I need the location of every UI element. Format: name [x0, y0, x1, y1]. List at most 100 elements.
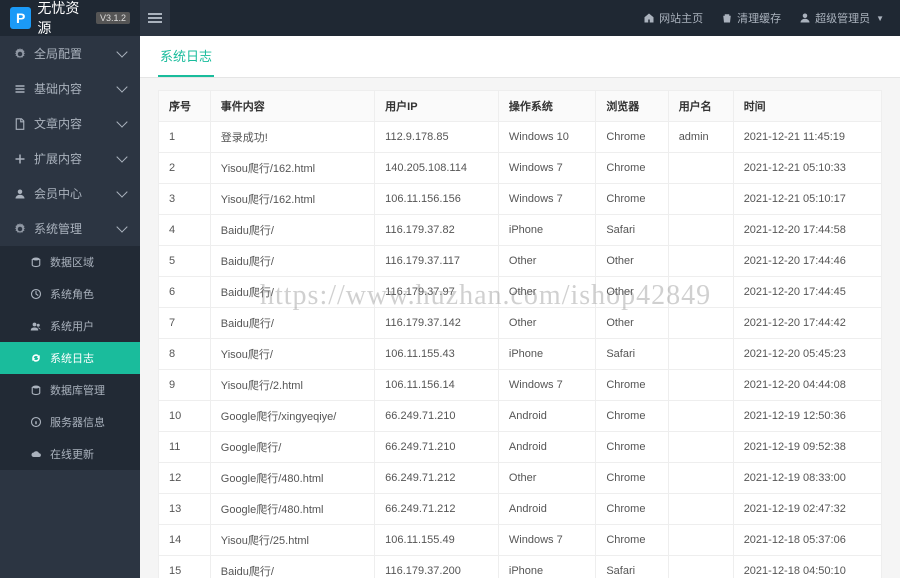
chevron-down-icon: ▼ [876, 14, 884, 23]
admin-dropdown[interactable]: 超级管理员 ▼ [799, 10, 884, 26]
table-cell: 11 [159, 432, 211, 463]
table-row: 11Google爬行/66.249.71.210AndroidChrome202… [159, 432, 882, 463]
table-row: 6Baidu爬行/116.179.37.97OtherOther2021-12-… [159, 277, 882, 308]
submenu-item-3[interactable]: 系统日志 [0, 342, 140, 374]
table-cell [668, 339, 733, 370]
table-cell: 66.249.71.210 [375, 432, 499, 463]
table-cell: 2021-12-20 05:45:23 [733, 339, 881, 370]
table-cell: 112.9.178.85 [375, 122, 499, 153]
tab-bar: 系统日志 [140, 36, 900, 78]
table-row: 9Yisou爬行/2.html106.11.156.14Windows 7Chr… [159, 370, 882, 401]
table-cell: 15 [159, 556, 211, 578]
table-row: 14Yisou爬行/25.html106.11.155.49Windows 7C… [159, 525, 882, 556]
clock-icon [30, 288, 42, 300]
main-content: 系统日志 序号事件内容用户IP操作系统浏览器用户名时间 1登录成功!112.9.… [140, 36, 900, 578]
table-cell: 116.179.37.97 [375, 277, 499, 308]
table-cell: 2021-12-19 02:47:32 [733, 494, 881, 525]
table-cell: 2021-12-18 04:50:10 [733, 556, 881, 578]
sidebar-item-2[interactable]: 文章内容 [0, 106, 140, 141]
table-cell: 10 [159, 401, 211, 432]
chevron-down-icon [116, 221, 127, 232]
table-cell: Chrome [596, 463, 668, 494]
version-badge: V3.1.2 [96, 12, 130, 24]
plus-icon [14, 153, 26, 165]
submenu-item-2[interactable]: 系统用户 [0, 310, 140, 342]
table-cell: Yisou爬行/2.html [210, 370, 374, 401]
db-icon [30, 384, 42, 396]
table-cell: Windows 7 [498, 184, 595, 215]
table-cell: Windows 7 [498, 370, 595, 401]
submenu-item-0[interactable]: 数据区域 [0, 246, 140, 278]
table-cell: Baidu爬行/ [210, 308, 374, 339]
submenu-item-label: 系统用户 [50, 318, 94, 334]
submenu-item-1[interactable]: 系统角色 [0, 278, 140, 310]
submenu-item-label: 系统日志 [50, 350, 94, 366]
table-cell: Yisou爬行/25.html [210, 525, 374, 556]
submenu-item-label: 服务器信息 [50, 414, 105, 430]
table-cell: Safari [596, 556, 668, 578]
gear-icon [14, 223, 26, 235]
tab-system-log[interactable]: 系统日志 [158, 36, 214, 77]
table-row: 13Google爬行/480.html66.249.71.212AndroidC… [159, 494, 882, 525]
table-cell: iPhone [498, 339, 595, 370]
table-cell: Chrome [596, 494, 668, 525]
chevron-down-icon [116, 116, 127, 127]
submenu-item-4[interactable]: 数据库管理 [0, 374, 140, 406]
sidebar-item-label: 全局配置 [34, 45, 82, 62]
table-cell: 9 [159, 370, 211, 401]
table-cell: Google爬行/480.html [210, 463, 374, 494]
table-cell [668, 525, 733, 556]
table-cell [668, 401, 733, 432]
table-cell: 2021-12-20 04:44:08 [733, 370, 881, 401]
sidebar-item-1[interactable]: 基础内容 [0, 71, 140, 106]
table-cell: 1 [159, 122, 211, 153]
table-header: 用户名 [668, 91, 733, 122]
logo[interactable]: P 无忧资源 V3.1.2 [0, 0, 140, 38]
submenu-item-label: 系统角色 [50, 286, 94, 302]
table-cell [668, 463, 733, 494]
table-cell: 106.11.156.156 [375, 184, 499, 215]
table-cell: Chrome [596, 432, 668, 463]
table-cell: Chrome [596, 184, 668, 215]
table-cell: Android [498, 494, 595, 525]
table-cell: 2021-12-21 11:45:19 [733, 122, 881, 153]
table-cell: 140.205.108.114 [375, 153, 499, 184]
sidebar-item-4[interactable]: 会员中心 [0, 176, 140, 211]
table-cell: 2021-12-19 08:33:00 [733, 463, 881, 494]
table-cell: 106.11.156.14 [375, 370, 499, 401]
table-cell [668, 494, 733, 525]
clear-cache-link[interactable]: 清理缓存 [721, 10, 781, 26]
submenu-item-6[interactable]: 在线更新 [0, 438, 140, 470]
sidebar-item-3[interactable]: 扩展内容 [0, 141, 140, 176]
table-cell: 116.179.37.82 [375, 215, 499, 246]
table-cell: 14 [159, 525, 211, 556]
sidebar-item-0[interactable]: 全局配置 [0, 36, 140, 71]
table-row: 7Baidu爬行/116.179.37.142OtherOther2021-12… [159, 308, 882, 339]
table-cell: Windows 10 [498, 122, 595, 153]
table-cell: Other [596, 277, 668, 308]
submenu: 数据区域系统角色系统用户系统日志数据库管理服务器信息在线更新 [0, 246, 140, 470]
table-cell: 2021-12-19 09:52:38 [733, 432, 881, 463]
list-icon [14, 83, 26, 95]
sidebar-item-5[interactable]: 系统管理 [0, 211, 140, 246]
chevron-down-icon [116, 151, 127, 162]
table-cell: Chrome [596, 122, 668, 153]
table-cell: Windows 7 [498, 153, 595, 184]
table-cell: Yisou爬行/162.html [210, 184, 374, 215]
brand-text: 无忧资源 [37, 0, 92, 38]
table-header: 时间 [733, 91, 881, 122]
table-row: 10Google爬行/xingyeqiye/66.249.71.210Andro… [159, 401, 882, 432]
table-cell: Other [596, 308, 668, 339]
table-cell: 2 [159, 153, 211, 184]
table-cell: iPhone [498, 215, 595, 246]
table-cell: 2021-12-20 17:44:45 [733, 277, 881, 308]
submenu-item-label: 数据区域 [50, 254, 94, 270]
table-row: 5Baidu爬行/116.179.37.117OtherOther2021-12… [159, 246, 882, 277]
table-header: 用户IP [375, 91, 499, 122]
table-cell [668, 277, 733, 308]
chevron-down-icon [116, 186, 127, 197]
submenu-item-5[interactable]: 服务器信息 [0, 406, 140, 438]
table-cell [668, 370, 733, 401]
home-link[interactable]: 网站主页 [643, 10, 703, 26]
menu-toggle[interactable] [140, 0, 170, 36]
